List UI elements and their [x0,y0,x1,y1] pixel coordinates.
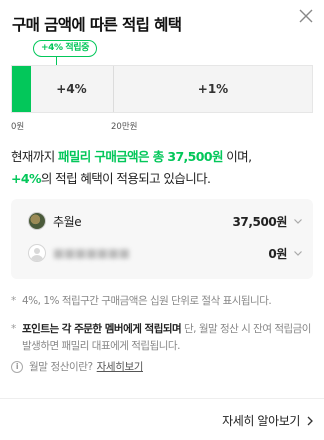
page-title: 구매 금액에 따른 적립 혜택 [12,16,182,34]
chevron-right-icon [307,416,313,425]
note-strong-text: 포인트는 각 주문한 멤버에게 적립되며 [22,323,182,335]
summary-text: 현재까지 [11,149,58,164]
tier-progress-bar: +4% +1% [11,65,313,113]
member-row[interactable]: ■■■■■■■ 0원 [11,236,313,270]
learn-more-link[interactable]: 자세히 알아보기 [222,412,316,429]
tick-label-start: 0원 [11,122,25,132]
summary-total-amount: 패밀리 구매금액은 총 37,500원 [57,149,224,164]
settlement-info: i 월말 정산이란? 자세히보기 [11,359,316,374]
tier-progress-fill [12,66,32,112]
close-icon[interactable] [296,6,316,26]
settlement-question: 월말 정산이란? [29,361,93,373]
tick-label-threshold: 20만원 [111,122,138,132]
member-amount: 0원 [268,246,287,261]
user-photo-avatar [28,212,46,230]
footer-divider [0,398,324,399]
summary-text: 의 적립 혜택이 적용되고 있습니다. [40,171,211,186]
default-user-avatar-icon [28,244,46,262]
learn-more-label: 자세히 알아보기 [222,414,300,428]
tier-segment-1-percent: +1% [197,82,229,96]
info-icon: i [11,360,23,373]
member-name: 추월e [53,214,82,229]
summary-text: 이며, [222,149,252,164]
note-rounding: 4%, 1% 적립구간 구매금액은 십원 단위로 절삭 표시됩니다. [11,293,316,310]
current-rate-badge: +4% 적립중 [33,40,97,57]
chevron-down-icon[interactable] [293,248,303,258]
benefit-summary: 현재까지 패밀리 구매금액은 총 37,500원 이며, +4%의 적립 혜택이… [11,146,316,190]
badge-pointer [56,57,57,65]
member-name-redacted: ■■■■■■■ [53,246,130,260]
member-row[interactable]: 추월e 37,500원 [11,204,313,238]
member-list: 추월e 37,500원 ■■■■■■■ 0원 [11,199,313,279]
settlement-detail-link[interactable]: 자세히보기 [97,359,144,374]
summary-rate: +4% [11,171,42,186]
member-amount: 37,500원 [232,214,287,229]
notes-section: 4%, 1% 적립구간 구매금액은 십원 단위로 절삭 표시됩니다. 포인트는 … [11,293,316,374]
note-point-accrual: 포인트는 각 주문한 멤버에게 적립되며 단, 월말 정산 시 잔여 적립금이 … [11,321,316,355]
chevron-down-icon[interactable] [293,216,303,226]
tier-segment-4-percent: +4% [30,66,114,112]
